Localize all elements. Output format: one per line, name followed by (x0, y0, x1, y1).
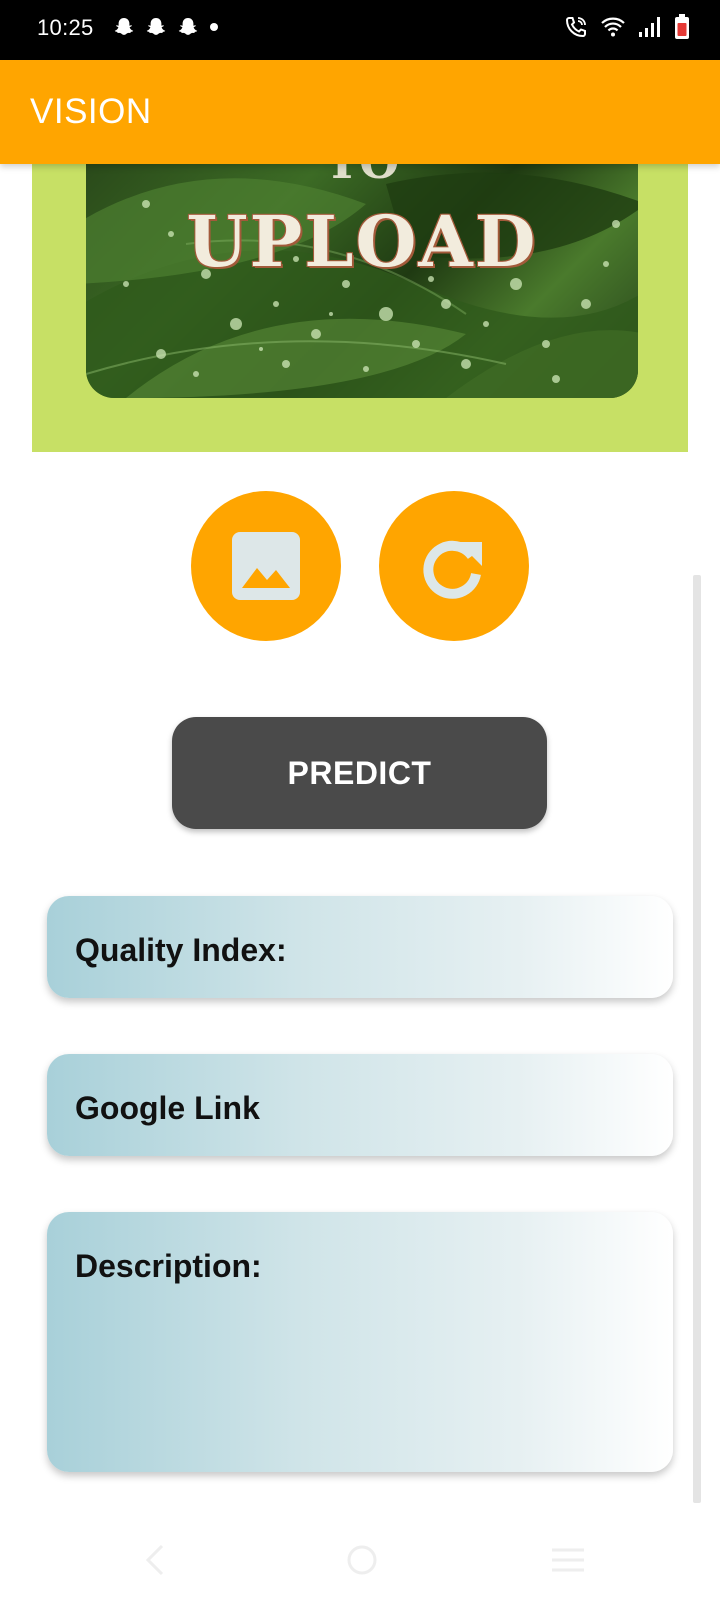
signal-icon (639, 17, 660, 37)
image-preview[interactable]: TO UPLOAD (32, 164, 688, 452)
home-icon[interactable] (342, 1540, 382, 1580)
refresh-button[interactable] (379, 491, 529, 641)
google-link-label: Google Link (75, 1090, 260, 1126)
description-card: Description: (47, 1212, 673, 1472)
status-bar: 10:25 (0, 0, 720, 60)
image-icon (232, 532, 300, 600)
quality-index-card: Quality Index: (47, 896, 673, 998)
scrollbar[interactable] (693, 575, 701, 1503)
call-icon (565, 17, 586, 38)
predict-button[interactable]: PREDICT (172, 717, 547, 829)
gallery-button[interactable] (191, 491, 341, 641)
snapchat-icon (114, 18, 134, 35)
leaf-image: TO UPLOAD (86, 164, 638, 398)
notification-icons (113, 16, 219, 38)
svg-text:TO: TO (325, 164, 399, 189)
battery-icon (675, 14, 689, 39)
upload-text: UPLOAD (186, 200, 538, 283)
description-label: Description: (75, 1248, 262, 1284)
quality-index-label: Quality Index: (75, 932, 287, 968)
app-title: VISION (30, 92, 152, 131)
navigation-bar (0, 1530, 720, 1600)
system-icons (564, 14, 690, 40)
recents-icon[interactable] (548, 1540, 588, 1580)
wifi-icon (601, 17, 625, 37)
snapchat-icon (146, 18, 166, 35)
app-bar: VISION (0, 60, 720, 164)
back-icon[interactable] (140, 1540, 170, 1580)
google-link-card[interactable]: Google Link (47, 1054, 673, 1156)
snapchat-icon (178, 18, 198, 35)
refresh-icon (423, 540, 482, 599)
status-time: 10:25 (37, 15, 94, 40)
dot-icon (210, 23, 218, 31)
